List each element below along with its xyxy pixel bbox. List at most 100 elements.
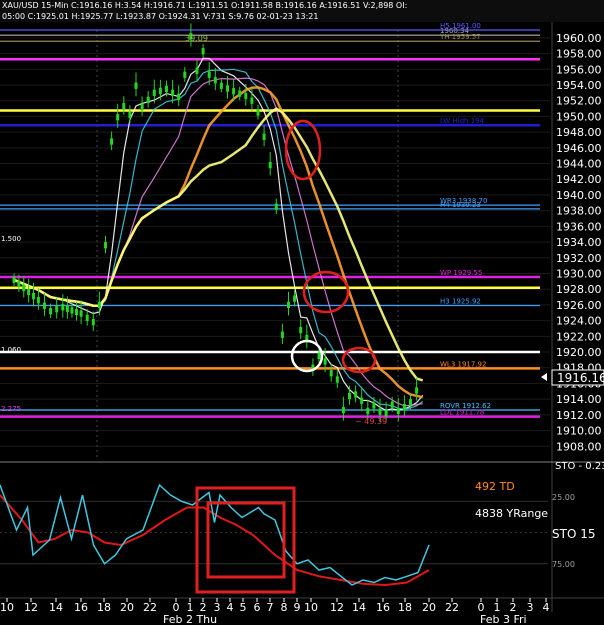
candle-body (22, 284, 26, 292)
candle-body (219, 82, 223, 89)
y-tick-label: 1930.00 (556, 267, 602, 280)
td-label: 492 TD (475, 480, 515, 493)
candle-body (372, 402, 376, 409)
header-line2: 05:00 C:1925.01 H:1925.77 L:1923.87 O:19… (2, 12, 318, 21)
candle-body (317, 352, 321, 360)
candle-body (32, 292, 36, 300)
stoch-slow-line (0, 494, 430, 587)
x-tick-label: 16 (376, 601, 390, 614)
candle-body (268, 161, 272, 169)
price-bars-layer (12, 23, 419, 423)
candle-body (226, 85, 229, 92)
candle-body (165, 85, 168, 93)
x-tick-label: 7 (267, 601, 274, 614)
candle-body (43, 302, 46, 309)
last-price-value: 1916.16 (557, 371, 604, 385)
y-tick-label: 1938.00 (556, 205, 602, 218)
level-label: WP 1929.55 (440, 269, 482, 277)
level-label: LDL 1911.78 (440, 409, 484, 417)
candle-body (207, 71, 211, 78)
candle-body (17, 280, 21, 288)
y-tick-label: 1954.00 (556, 79, 602, 92)
y-tick-label: 1912.00 (556, 409, 602, 422)
x-tick-label: 4 (543, 601, 550, 614)
candle-body (70, 307, 74, 314)
candle-body (61, 304, 65, 311)
candle-body (110, 138, 114, 145)
y-tick-label: 1926.00 (556, 299, 602, 312)
candle-body (177, 93, 181, 100)
last-price-marker: 1916.16 (541, 369, 604, 386)
candle-body (213, 77, 217, 84)
x-tick-label: 22 (143, 601, 157, 614)
level-label: H5 1961.00 (440, 22, 481, 30)
candle-body (85, 314, 89, 322)
candle-body (409, 399, 412, 406)
left-edge-label-2: 1.060 (1, 346, 21, 354)
left-edge-label-3: 2.275 (1, 405, 21, 413)
y-tick-label: 1914.00 (556, 393, 602, 406)
x-tick-label: 14 (49, 601, 63, 614)
candle-body (384, 410, 388, 417)
y-tick-label: 1944.00 (556, 158, 602, 171)
level-label: LW High 194 (440, 117, 485, 125)
stoch-fast-line (0, 483, 430, 586)
y-tick-label: 1952.00 (556, 95, 602, 108)
x-tick-label: 4 (227, 601, 234, 614)
annotation-circle-breakdown (284, 119, 322, 181)
y-tick-label: 1920.00 (556, 346, 602, 359)
candle-body (396, 407, 400, 415)
left-edge-label-1: 1.500 (1, 235, 21, 243)
candle-body (146, 96, 150, 104)
grid-layer (0, 30, 550, 460)
candle-body (49, 308, 53, 315)
price-chart: XAU/USD 15-Min C:1916.16 H:3.54 H:1916.7… (0, 0, 604, 625)
candle-body (256, 109, 260, 116)
candle-body (238, 90, 242, 97)
candle-body (378, 408, 382, 415)
candle-body (274, 203, 278, 210)
candle-body (415, 387, 419, 394)
y-tick-label: 1924.00 (556, 315, 602, 328)
candle-body (390, 401, 394, 408)
candle-body (183, 71, 187, 78)
candle-body (158, 87, 162, 95)
stoch-box-inner (206, 501, 286, 579)
candle-body (354, 391, 358, 398)
candle-body (27, 288, 31, 296)
candle-body (79, 310, 83, 317)
y-tick-label: 1932.00 (556, 252, 602, 265)
candle-body (122, 103, 126, 110)
x-tick-label: 14 (352, 601, 366, 614)
y-tick-label: 1950.00 (556, 110, 602, 123)
moving-average-line (13, 107, 424, 382)
x-tick-label: 18 (398, 601, 412, 614)
candle-body (323, 358, 327, 365)
candle-body (366, 407, 370, 415)
candle-body (293, 295, 297, 302)
candle-body (232, 88, 236, 95)
y-tick-label: 1934.00 (556, 236, 602, 249)
x-tick-label: 10 (304, 601, 318, 614)
candle-body (335, 376, 339, 383)
sto-level-25: 25.00 (552, 493, 575, 502)
x-tick-label: 8 (281, 601, 288, 614)
candle-body (91, 319, 95, 326)
x-tick-label: 10 (0, 601, 14, 614)
date-label-feb2: Feb 2 Thu (163, 613, 217, 625)
candle-body (75, 308, 79, 316)
y-tick-label: 1928.00 (556, 283, 602, 296)
y-tick-label: 1956.00 (556, 63, 602, 76)
candle-body (12, 276, 16, 283)
y-tick-label: 1948.00 (556, 126, 602, 139)
date-label-feb3: Feb 3 Fri (480, 613, 527, 625)
candle-body (36, 297, 40, 304)
x-tick-label: 20 (120, 601, 134, 614)
sto-clip-label: STO - 0.23 (555, 461, 604, 472)
x-tick-label: 6 (254, 601, 261, 614)
high-annotation: 39.09 (185, 34, 208, 43)
candle-body (134, 82, 138, 89)
sto-label: STO 15 (552, 527, 595, 541)
x-tick-label: 16 (74, 601, 88, 614)
level-label: WR3 1938.70 (440, 197, 487, 205)
